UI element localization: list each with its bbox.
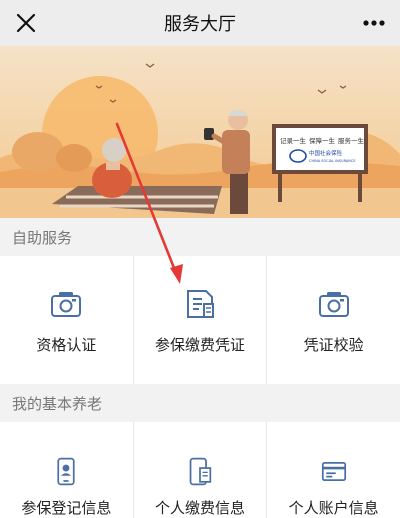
section-header-basic-pension: 我的基本养老 (0, 384, 400, 422)
more-icon[interactable] (360, 11, 388, 35)
phone-id-icon (57, 457, 75, 486)
page-title: 服务大厅 (164, 14, 236, 35)
sign-text-3: 服务一生 (338, 136, 365, 145)
camera-icon (51, 292, 82, 317)
personal-payment-info-label: 个人缴费信息 (155, 499, 246, 517)
section-header-self-service: 自助服务 (0, 218, 400, 256)
insurance-registration-info-button[interactable]: 参保登记信息 (0, 422, 134, 518)
banner-illustration[interactable]: 记录一生 保障一生 服务一生 中国社会保险 CHINA SOCIAL INSUR… (0, 46, 400, 218)
phone-doc-icon (189, 457, 212, 486)
insurance-payment-voucher-label: 参保缴费凭证 (155, 336, 246, 354)
insurance-registration-info-label: 参保登记信息 (21, 499, 112, 517)
insurance-payment-voucher-button[interactable]: 参保缴费凭证 (134, 256, 268, 384)
voucher-verification-button[interactable]: 凭证校验 (267, 256, 400, 384)
qualification-cert-label: 资格认证 (36, 336, 97, 354)
account-card-icon (321, 462, 346, 481)
basic-pension-grid: 参保登记信息 个人缴费信息 个人账户信息 (0, 422, 400, 518)
close-icon[interactable] (14, 11, 38, 35)
self-service-grid: 资格认证 参保缴费凭证 凭证校验 (0, 256, 400, 384)
logo-text: 中国社会保险 (309, 149, 343, 157)
sign-text-2: 保障一生 (309, 136, 336, 145)
receipt-icon (187, 290, 214, 318)
personal-account-info-label: 个人账户信息 (288, 499, 379, 517)
personal-account-info-button[interactable]: 个人账户信息 (267, 422, 400, 518)
logo-subtext: CHINA SOCIAL INSURANCE (309, 159, 356, 163)
top-nav-bar: 服务大厅 (0, 0, 400, 46)
banner-scene: 记录一生 保障一生 服务一生 中国社会保险 CHINA SOCIAL INSUR… (0, 46, 400, 218)
sign-text-1: 记录一生 (280, 136, 307, 145)
personal-payment-info-button[interactable]: 个人缴费信息 (134, 422, 268, 518)
voucher-verification-label: 凭证校验 (303, 336, 364, 354)
qualification-cert-button[interactable]: 资格认证 (0, 256, 134, 384)
camera-icon (318, 292, 349, 317)
